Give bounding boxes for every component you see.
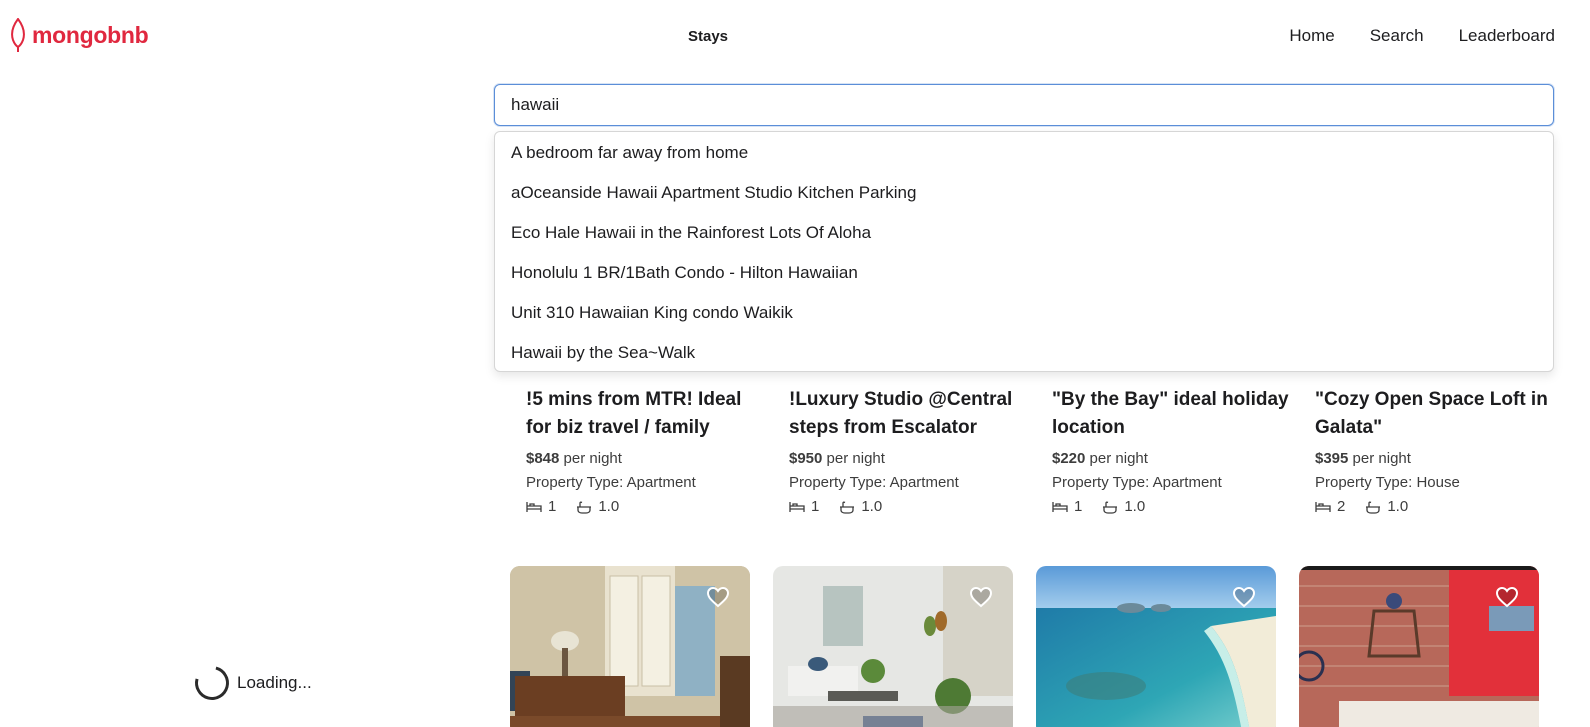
heart-icon[interactable]: [969, 586, 993, 608]
listing-photo[interactable]: [1036, 566, 1276, 727]
spinner-icon: [188, 659, 236, 707]
listing-title[interactable]: !5 mins from MTR! Ideal for biz travel /…: [526, 386, 766, 442]
bath-icon: [1103, 501, 1118, 514]
loading-text: Loading...: [237, 673, 312, 692]
baths-count: 1.0: [861, 498, 883, 515]
nav-leaderboard-link[interactable]: Leaderboard: [1459, 26, 1555, 46]
listing-price: $395 per night: [1315, 449, 1555, 469]
suggestion-item[interactable]: Eco Hale Hawaii in the Rainforest Lots O…: [495, 213, 1553, 253]
amenities: 1 1.0: [526, 497, 766, 517]
heart-icon[interactable]: [1495, 586, 1519, 608]
heart-icon[interactable]: [1232, 586, 1256, 608]
suggestion-item[interactable]: Unit 310 Hawaiian King condo Waikik: [495, 293, 1553, 333]
loading-indicator: Loading...: [188, 659, 312, 707]
suggestion-item[interactable]: A bedroom far away from home: [495, 133, 1553, 173]
bed-icon: [1315, 502, 1331, 512]
listing-photo[interactable]: [510, 566, 750, 727]
bath-icon: [840, 501, 855, 514]
price-value: $950: [789, 450, 823, 467]
leaf-logo-icon: [11, 18, 25, 52]
listing-card[interactable]: "Cozy Open Space Loft in Galata" $395 pe…: [1315, 386, 1555, 517]
listing-card[interactable]: !5 mins from MTR! Ideal for biz travel /…: [526, 386, 766, 517]
nav-search-link[interactable]: Search: [1370, 26, 1424, 46]
beds-count: 1: [1074, 498, 1083, 515]
listing-card[interactable]: "By the Bay" ideal holiday location $220…: [1052, 386, 1292, 517]
bed-icon: [789, 502, 805, 512]
baths-count: 1.0: [1387, 498, 1409, 515]
bed-icon: [1052, 502, 1068, 512]
beds-count: 1: [548, 498, 557, 515]
price-unit: per night: [826, 450, 885, 467]
baths-count: 1.0: [598, 498, 620, 515]
bath-icon: [1366, 501, 1381, 514]
bath-icon: [577, 501, 592, 514]
baths-count: 1.0: [1124, 498, 1146, 515]
amenities: 2 1.0: [1315, 497, 1555, 517]
property-type: Property Type: House: [1315, 474, 1460, 491]
price-value: $848: [526, 450, 560, 467]
beds-count: 2: [1337, 498, 1346, 515]
bed-icon: [526, 502, 542, 512]
beds-count: 1: [811, 498, 820, 515]
logo-text: mongobnb: [32, 21, 149, 48]
listing-title[interactable]: "Cozy Open Space Loft in Galata": [1315, 386, 1555, 442]
listing-title[interactable]: "By the Bay" ideal holiday location: [1052, 386, 1292, 442]
amenities: 1 1.0: [1052, 497, 1292, 517]
listing-price: $220 per night: [1052, 449, 1292, 469]
listing-price: $848 per night: [526, 449, 766, 469]
listing-title[interactable]: !Luxury Studio @Central steps from Escal…: [789, 386, 1029, 442]
amenities: 1 1.0: [789, 497, 1029, 517]
price-unit: per night: [1352, 450, 1411, 467]
heart-icon[interactable]: [706, 586, 730, 608]
nav-home-link[interactable]: Home: [1289, 26, 1334, 46]
listing-photo[interactable]: [1299, 566, 1539, 727]
suggestion-item[interactable]: aOceanside Hawaii Apartment Studio Kitch…: [495, 173, 1553, 213]
search-input[interactable]: [494, 84, 1554, 126]
price-value: $395: [1315, 450, 1349, 467]
property-type: Property Type: Apartment: [1052, 474, 1222, 491]
suggestion-item[interactable]: Honolulu 1 BR/1Bath Condo - Hilton Hawai…: [495, 253, 1553, 293]
brand-logo[interactable]: mongobnb: [10, 18, 149, 52]
search-suggestions-dropdown: A bedroom far away from home aOceanside …: [494, 131, 1554, 372]
main-nav: Home Search Leaderboard: [1289, 26, 1555, 46]
suggestion-item[interactable]: Hawaii by the Sea~Walk: [495, 333, 1553, 373]
price-unit: per night: [563, 450, 622, 467]
price-value: $220: [1052, 450, 1086, 467]
listing-card[interactable]: !Luxury Studio @Central steps from Escal…: [789, 386, 1029, 517]
listing-photo[interactable]: [773, 566, 1013, 727]
stays-label[interactable]: Stays: [688, 28, 728, 45]
property-type: Property Type: Apartment: [526, 474, 696, 491]
listing-price: $950 per night: [789, 449, 1029, 469]
top-header: mongobnb Stays Home Search Leaderboard: [0, 0, 1590, 72]
price-unit: per night: [1089, 450, 1148, 467]
property-type: Property Type: Apartment: [789, 474, 959, 491]
